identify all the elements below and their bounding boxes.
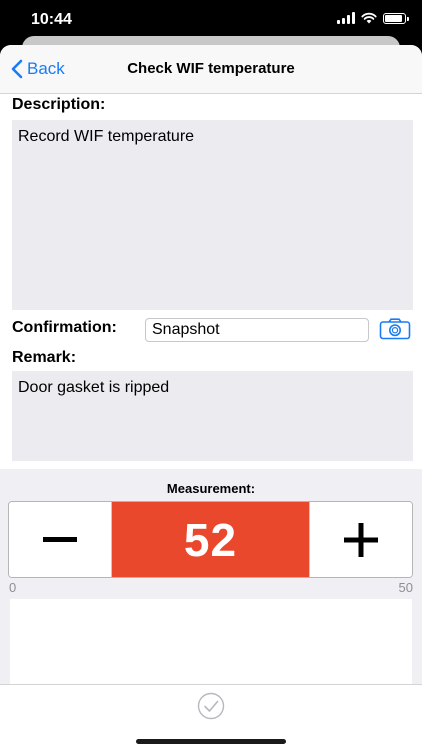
status-bar: 10:44 <box>0 0 422 38</box>
measurement-section: Measurement: 52 0 50 <box>0 469 422 684</box>
description-label: Description: <box>12 96 106 113</box>
system-icons <box>337 12 409 24</box>
minus-icon <box>43 536 77 542</box>
confirmation-label: Confirmation: <box>12 319 117 336</box>
increment-button[interactable] <box>309 502 412 577</box>
wifi-icon <box>361 12 377 24</box>
signal-icon <box>337 12 355 24</box>
remark-label: Remark: <box>12 349 77 366</box>
task-sheet: Back Check WIF temperature Description: … <box>0 45 422 750</box>
range-max-label: 50 <box>398 580 413 595</box>
remark-text[interactable]: Door gasket is ripped <box>12 371 413 461</box>
status-time: 10:44 <box>31 11 72 28</box>
plus-icon <box>344 522 378 557</box>
navigation-bar: Back Check WIF temperature <box>0 45 422 94</box>
camera-icon[interactable] <box>379 318 411 340</box>
notes-area[interactable] <box>10 599 412 684</box>
measurement-label: Measurement: <box>166 481 256 496</box>
measurement-stepper: 52 <box>8 501 413 578</box>
decrement-button[interactable] <box>9 502 112 577</box>
battery-icon <box>383 12 409 24</box>
measurement-value: 52 <box>112 502 309 577</box>
page-title: Check WIF temperature <box>127 60 295 77</box>
confirmation-field[interactable]: Snapshot <box>145 318 369 342</box>
home-indicator <box>136 739 286 744</box>
range-min-label: 0 <box>9 580 17 595</box>
checkmark-circle-icon[interactable] <box>197 692 225 720</box>
description-text[interactable]: Record WIF temperature <box>12 120 413 310</box>
